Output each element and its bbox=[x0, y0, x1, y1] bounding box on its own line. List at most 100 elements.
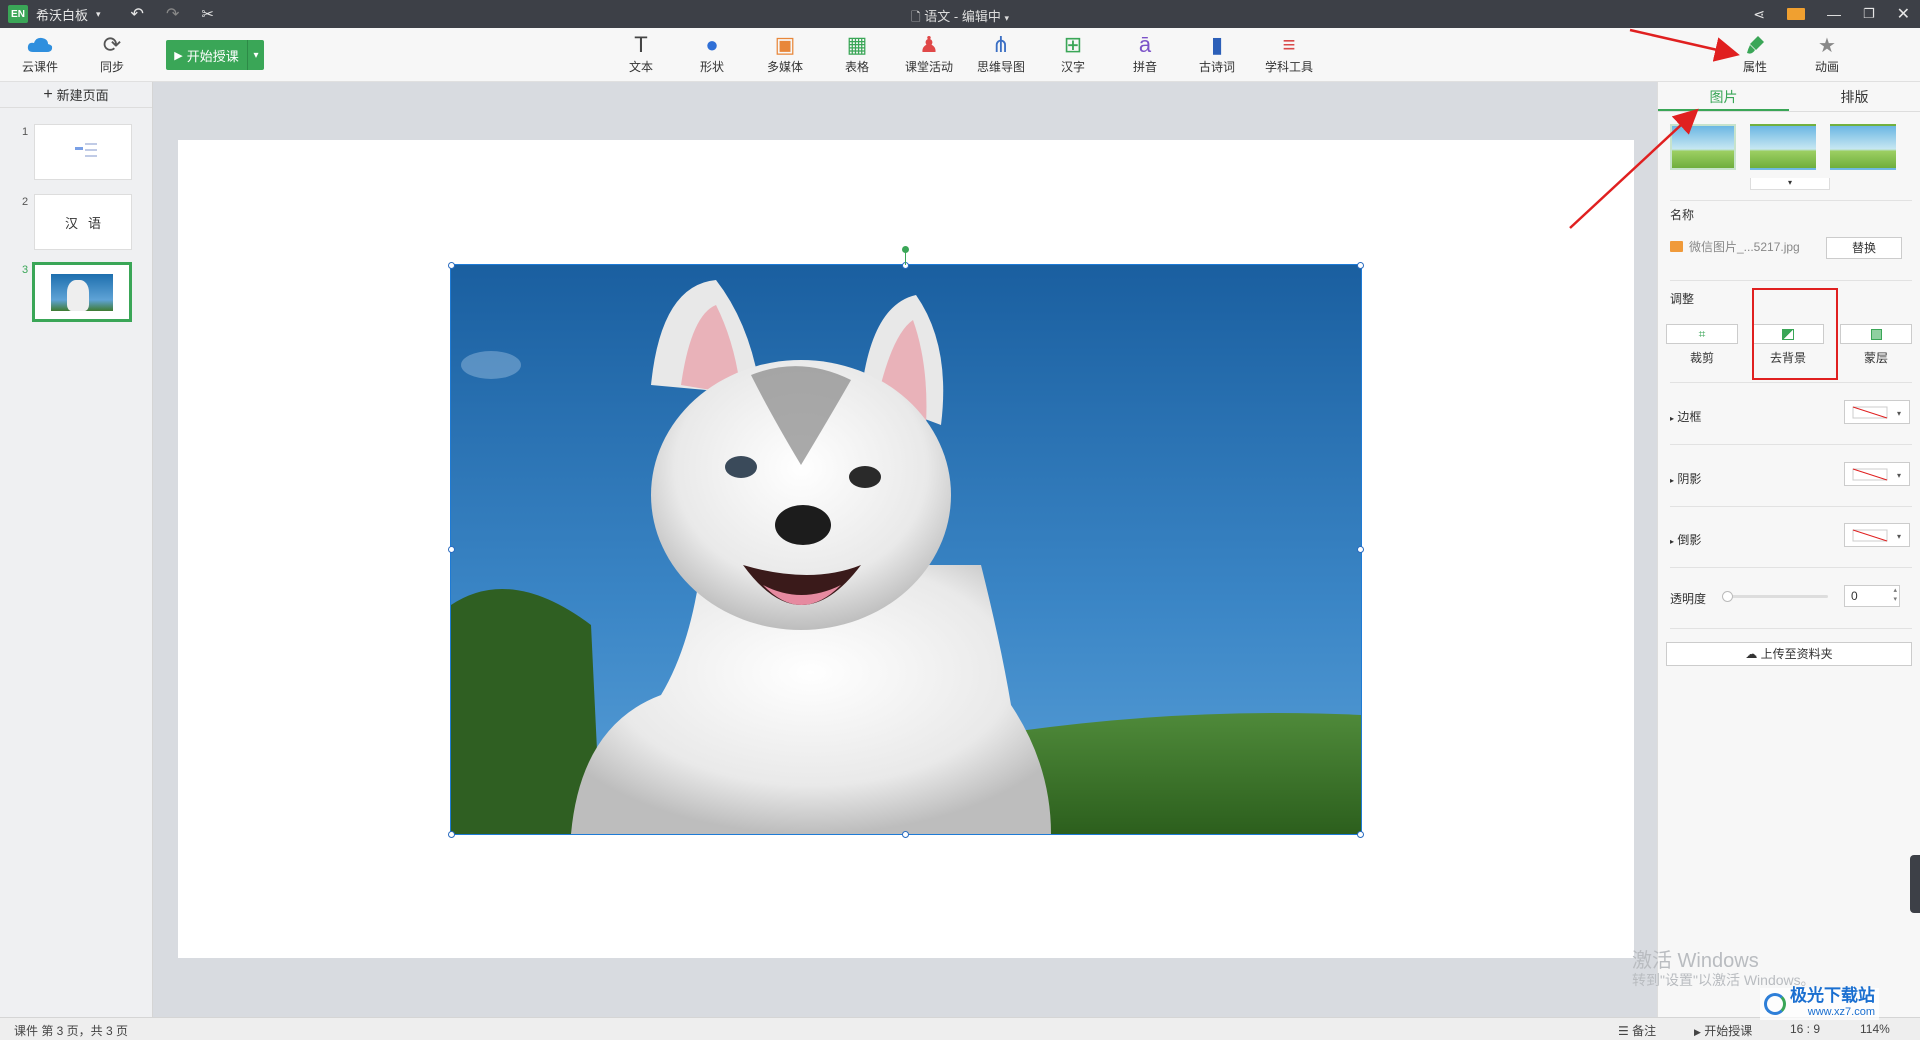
crop-button[interactable]: ⌗ 裁剪 bbox=[1666, 324, 1738, 366]
opacity-slider[interactable] bbox=[1722, 591, 1828, 602]
tool-pinyin[interactable]: ā 拼音 bbox=[1115, 32, 1175, 75]
reflection-color-select[interactable]: ▾ bbox=[1844, 523, 1910, 547]
mask-label: 蒙层 bbox=[1863, 351, 1888, 365]
sync-label: 同步 bbox=[99, 60, 124, 74]
sync-button[interactable]: ⟳ 同步 bbox=[82, 32, 142, 75]
animation-button[interactable]: ★ 动画 bbox=[1797, 32, 1857, 75]
start-class-status-label: 开始授课 bbox=[1704, 1024, 1753, 1038]
no-color-icon: ▾ bbox=[1852, 406, 1901, 419]
play-icon: ▶ bbox=[174, 49, 183, 62]
start-class-button[interactable]: ▶ 开始授课 ▾ bbox=[166, 40, 264, 70]
resize-handle[interactable] bbox=[448, 546, 455, 553]
spinner-icon[interactable]: ▴ ▾ bbox=[1893, 586, 1897, 604]
tool-label: 汉字 bbox=[1060, 60, 1085, 74]
tool-text[interactable]: T 文本 bbox=[611, 32, 671, 75]
annotation-highlight-box bbox=[1752, 288, 1838, 380]
picture-style-1[interactable] bbox=[1670, 124, 1736, 170]
expand-caret-icon: ▸ bbox=[1670, 476, 1675, 485]
share-icon[interactable]: ⋖ bbox=[1753, 6, 1765, 23]
tool-label: 拼音 bbox=[1132, 60, 1157, 74]
cloud-courseware-button[interactable]: 云课件 bbox=[10, 32, 70, 75]
resize-handle[interactable] bbox=[448, 262, 455, 269]
tool-mindmap[interactable]: ⋔ 思维导图 bbox=[971, 32, 1031, 75]
resize-handle[interactable] bbox=[1357, 546, 1364, 553]
page-number: 3 bbox=[22, 264, 29, 276]
minimize-icon[interactable]: — bbox=[1827, 6, 1841, 22]
border-label: 边框 bbox=[1677, 410, 1702, 424]
new-page-button[interactable]: + 新建页面 bbox=[0, 82, 152, 108]
page-number: 1 bbox=[22, 126, 29, 138]
tab-picture[interactable]: 图片 bbox=[1658, 82, 1789, 111]
star-icon: ★ bbox=[1818, 34, 1836, 57]
maximize-icon[interactable]: ❐ bbox=[1863, 6, 1875, 22]
tool-activity[interactable]: ♟ 课堂活动 bbox=[899, 32, 959, 75]
husky-image bbox=[451, 265, 1361, 834]
picture-style-2[interactable] bbox=[1750, 124, 1816, 170]
rotate-handle[interactable] bbox=[902, 246, 909, 253]
text-icon: T bbox=[634, 32, 648, 57]
document-title[interactable]: 语文 - 编辑中 bbox=[924, 9, 1001, 24]
reflection-label: 倒影 bbox=[1677, 533, 1702, 547]
no-color-icon: ▾ bbox=[1852, 529, 1901, 542]
resize-handle[interactable] bbox=[448, 831, 455, 838]
notes-button[interactable]: ☰ 备注 bbox=[1618, 1022, 1656, 1039]
tab-layout[interactable]: 排版 bbox=[1789, 82, 1920, 111]
mail-icon[interactable] bbox=[1786, 8, 1805, 20]
side-drag-handle[interactable] bbox=[1910, 855, 1920, 913]
upload-to-folder-button[interactable]: ☁ 上传至资料夹 bbox=[1666, 642, 1912, 666]
mask-button[interactable]: 蒙层 bbox=[1840, 324, 1912, 366]
border-row[interactable]: ▸ 边框 ▾ bbox=[1670, 400, 1910, 430]
close-icon[interactable]: ✕ bbox=[1897, 4, 1910, 24]
brush-icon bbox=[1725, 32, 1785, 58]
style-expand-icon[interactable]: ▾ bbox=[1750, 178, 1830, 190]
tool-poem[interactable]: ▮ 古诗词 bbox=[1187, 32, 1247, 75]
upload-label: 上传至资料夹 bbox=[1760, 647, 1833, 661]
opacity-slider-thumb[interactable] bbox=[1722, 591, 1733, 602]
new-page-label: 新建页面 bbox=[56, 88, 109, 103]
svg-text:▾: ▾ bbox=[1897, 471, 1901, 480]
resize-handle[interactable] bbox=[1357, 262, 1364, 269]
tool-media[interactable]: ▣ 多媒体 bbox=[755, 32, 815, 75]
tool-label: 表格 bbox=[844, 60, 869, 74]
resize-handle[interactable] bbox=[902, 831, 909, 838]
status-bar: 课件 第 3 页，共 3 页 ☰ 备注 ▶ 开始授课 16 : 9 114% bbox=[0, 1017, 1920, 1040]
tool-hanzi[interactable]: ⊞ 汉字 bbox=[1043, 32, 1103, 75]
aspect-ratio-select[interactable]: 16 : 9 bbox=[1790, 1022, 1820, 1036]
shadow-row[interactable]: ▸ 阴影 ▾ bbox=[1670, 462, 1910, 492]
picture-style-list bbox=[1670, 124, 1896, 170]
picture-style-3[interactable] bbox=[1830, 124, 1896, 170]
tool-table[interactable]: ▦ 表格 bbox=[827, 32, 887, 75]
shadow-label: 阴影 bbox=[1677, 472, 1702, 486]
thumbnail-image: 汉 语 bbox=[34, 194, 132, 250]
image-file-icon bbox=[1670, 241, 1683, 252]
properties-panel: 图片 排版 ▾ 名称 微信图片_...5217.jpg 替换 调整 ⌗ 裁剪 去… bbox=[1657, 82, 1920, 1017]
border-color-select[interactable]: ▾ bbox=[1844, 400, 1910, 424]
tool-label: 形状 bbox=[699, 60, 724, 74]
hanzi-icon: ⊞ bbox=[1063, 32, 1083, 57]
title-bar: EN 希沃白板 ▾ ↶ ↷ ✂ 🗋 语文 - 编辑中 ▾ ⋖ — ❐ ✕ bbox=[0, 0, 1920, 28]
opacity-input[interactable]: 0 ▴ ▾ bbox=[1844, 585, 1900, 607]
dog-photo[interactable] bbox=[450, 264, 1362, 835]
replace-button[interactable]: 替换 bbox=[1826, 237, 1902, 259]
svg-text:▾: ▾ bbox=[1897, 532, 1901, 541]
poem-icon: ▮ bbox=[1210, 32, 1224, 57]
properties-button[interactable]: 属性 bbox=[1725, 32, 1785, 75]
page-info: 课件 第 3 页，共 3 页 bbox=[14, 1024, 129, 1038]
zoom-level[interactable]: 114% bbox=[1860, 1022, 1890, 1036]
tool-subject-tools[interactable]: ≡ 学科工具 bbox=[1259, 32, 1319, 75]
shadow-color-select[interactable]: ▾ bbox=[1844, 462, 1910, 486]
mindmap-icon: ⋔ bbox=[991, 32, 1011, 57]
opacity-value: 0 bbox=[1851, 589, 1858, 603]
reflection-row[interactable]: ▸ 倒影 ▾ bbox=[1670, 523, 1910, 553]
crop-icon: ⌗ bbox=[1698, 326, 1706, 341]
tool-shape[interactable]: ● 形状 bbox=[682, 32, 742, 75]
site-name: 极光下载站 bbox=[1790, 986, 1875, 1005]
document-icon: 🗋 bbox=[911, 10, 921, 24]
subject-tools-icon: ≡ bbox=[1282, 32, 1296, 57]
tool-label: 思维导图 bbox=[976, 60, 1025, 74]
start-class-status-button[interactable]: ▶ 开始授课 bbox=[1694, 1022, 1752, 1039]
title-dropdown-icon[interactable]: ▾ bbox=[1004, 13, 1009, 23]
resize-handle[interactable] bbox=[1357, 831, 1364, 838]
cloud-upload-icon: ☁ bbox=[1745, 647, 1758, 661]
start-class-dropdown-icon[interactable]: ▾ bbox=[248, 50, 264, 61]
